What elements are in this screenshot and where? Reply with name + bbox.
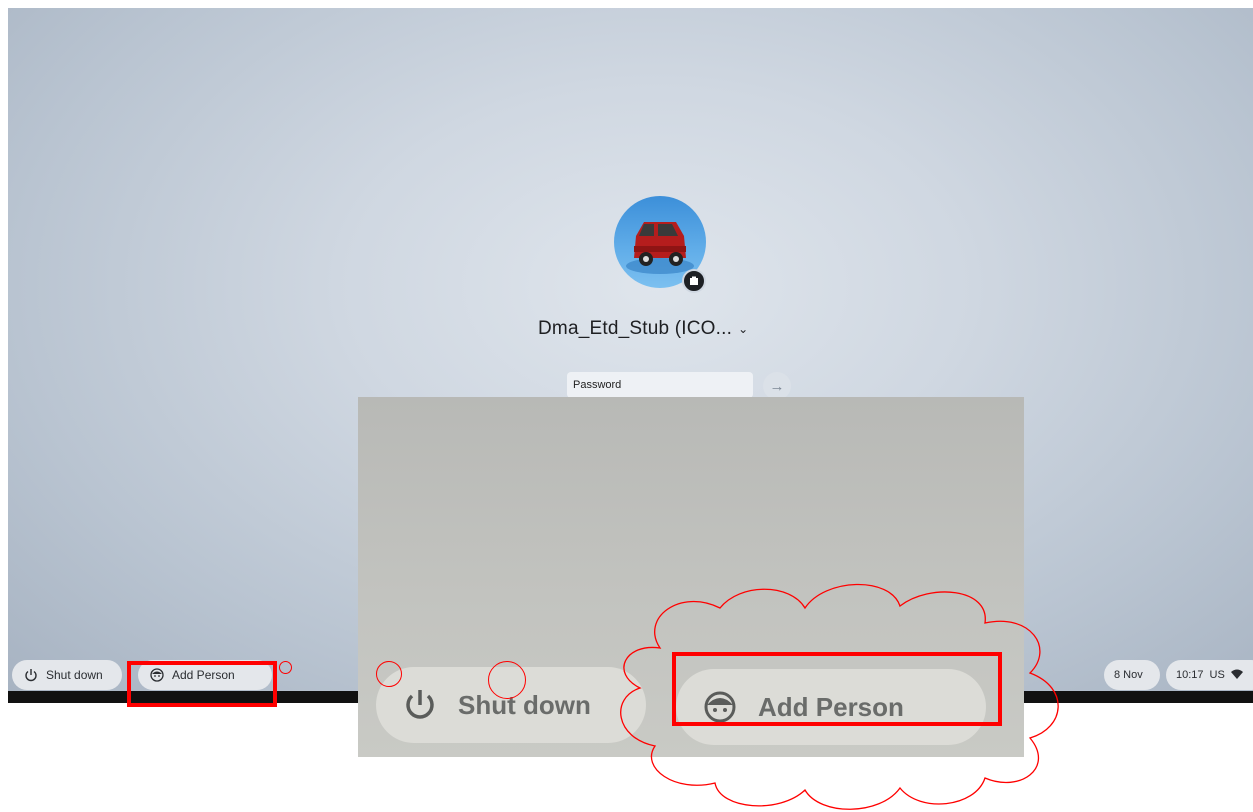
inset-shutdown-label: Shut down (458, 689, 591, 720)
wifi-icon (1230, 669, 1243, 682)
enterprise-badge-icon (682, 269, 706, 293)
date-text: 8 Nov (1114, 669, 1143, 681)
highlight-box-add-person (127, 661, 277, 707)
power-icon (406, 690, 434, 719)
arrow-right-icon: → (769, 377, 785, 395)
submit-password-button[interactable]: → (763, 372, 791, 400)
highlight-box-inset-add-person (672, 652, 1002, 726)
annotation-circle-small (279, 661, 292, 674)
chevron-down-icon[interactable]: ⌄ (738, 322, 748, 336)
status-tray[interactable]: 10:17 US (1166, 660, 1253, 690)
user-name-dropdown[interactable]: Dma_Etd_Stub (ICO... ⌄ (538, 318, 828, 340)
annotation-circle-mid (488, 661, 526, 699)
locale-text: US (1209, 669, 1225, 681)
power-icon (25, 669, 37, 682)
date-display[interactable]: 8 Nov (1104, 660, 1160, 690)
shutdown-label: Shut down (46, 668, 103, 682)
user-display-name: Dma_Etd_Stub (ICO... (538, 318, 733, 339)
annotation-circle-left (376, 661, 402, 687)
shutdown-button[interactable]: Shut down (12, 660, 122, 690)
password-input[interactable] (567, 372, 753, 398)
time-text: 10:17 (1176, 669, 1204, 681)
